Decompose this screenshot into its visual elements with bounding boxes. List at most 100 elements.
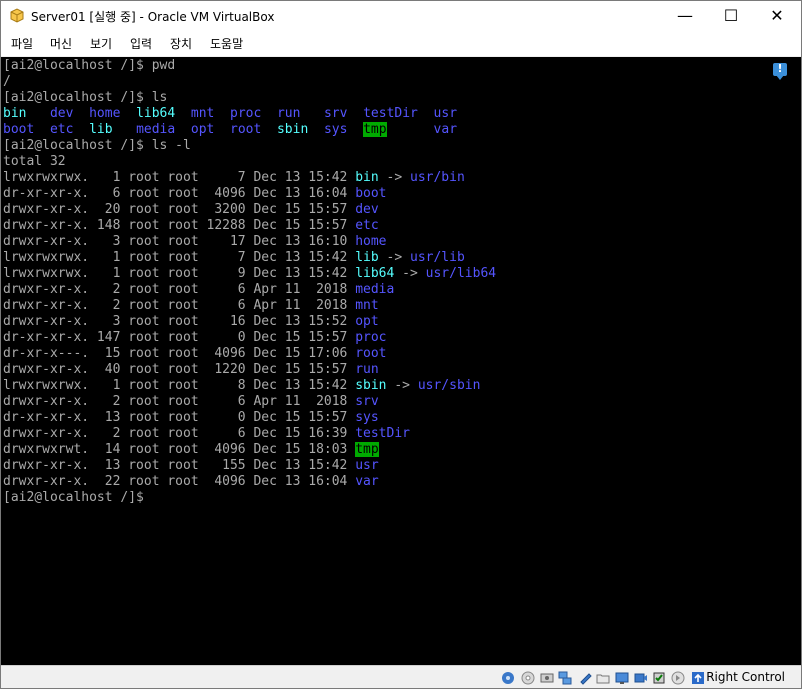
terminal-text: drwxr-xr-x. 2 root root 6 Apr 11 2018 [3,282,356,297]
terminal-line: drwxr-xr-x. 22 root root 4096 Dec 13 16:… [3,474,496,490]
terminal-dir-entry: sys [323,122,348,137]
terminal-dir-entry: home [355,234,387,249]
terminal-dir-entry: run [355,362,379,377]
terminal-dir-entry: home [89,106,121,121]
terminal-text: [ai2@localhost /]$ ls -l [3,138,191,153]
terminal-dir-entry: dev [49,106,74,121]
terminal-dir-entry: var [355,474,379,489]
terminal-line: [ai2@localhost /]$ [3,490,496,506]
terminal-link-entry: sbin [276,122,309,137]
terminal-line: drwxr-xr-x. 2 root root 6 Apr 11 2018 sr… [3,394,496,410]
terminal-text: lrwxrwxrwx. 1 root root 7 Dec 13 15:42 [3,250,356,265]
vm-display[interactable]: [ai2@localhost /]$ pwd / [ai2@localhost /]… [1,57,801,665]
terminal-line: lrwxrwxrwx. 1 root root 9 Dec 13 15:42 l… [3,266,496,282]
terminal-text: drwxrwxrwt. 14 root root 4096 Dec 15 18:… [3,442,356,457]
terminal-text: drwxr-xr-x. 40 root root 1220 Dec 15 15:… [3,362,356,377]
terminal-line: drwxr-xr-x. 3 root root 17 Dec 13 16:10 … [3,234,496,250]
terminal-text: dr-xr-xr-x. 147 root root 0 Dec 15 15:57 [3,330,356,345]
close-button[interactable]: ✕ [754,1,800,31]
minimize-button[interactable]: — [662,1,708,31]
optical-drive-icon[interactable] [521,671,535,685]
terminal-link-entry: lib [355,250,379,265]
video-capture-icon[interactable] [634,671,648,685]
audio-icon[interactable] [540,671,554,685]
terminal-line: drwxr-xr-x. 2 root root 6 Apr 11 2018 mn… [3,298,496,314]
terminal-dir-entry: opt [355,314,379,329]
message-icon[interactable]: ! [773,62,787,80]
terminal-tmp-entry: tmp [355,442,379,457]
terminal-text: drwxr-xr-x. 2 root root 6 Dec 15 16:39 [3,426,356,441]
terminal-text: drwxr-xr-x. 3 root root 17 Dec 13 16:10 [3,234,356,249]
terminal-dir-entry: usr [433,106,458,121]
terminal-line: dr-xr-xr-x. 6 root root 4096 Dec 13 16:0… [3,186,496,202]
terminal-text: dr-xr-x---. 15 root root 4096 Dec 15 17:… [3,346,356,361]
terminal-text: -> [378,250,410,265]
terminal-dir-entry: opt [190,122,215,137]
terminal-line: drwxr-xr-x. 148 root root 12288 Dec 15 1… [3,218,496,234]
terminal-line: drwxr-xr-x. 13 root root 155 Dec 13 15:4… [3,458,496,474]
cpu-icon[interactable] [652,671,666,685]
menu-input[interactable]: 입력 [130,35,152,52]
virtualbox-window: Server01 [실행 중] - Oracle VM VirtualBox —… [0,0,802,689]
terminal-line: [ai2@localhost /]$ pwd [3,58,496,74]
terminal-link-entry: lib64 [136,106,176,121]
terminal-line: drwxr-xr-x. 2 root root 6 Dec 15 16:39 t… [3,426,496,442]
terminal-line: total 32 [3,154,496,170]
title-bar[interactable]: Server01 [실행 중] - Oracle VM VirtualBox —… [1,1,801,31]
terminal-dir-entry: srv [323,106,348,121]
terminal-line: drwxr-xr-x. 3 root root 16 Dec 13 15:52 … [3,314,496,330]
terminal-text: lrwxrwxrwx. 1 root root 7 Dec 13 15:42 [3,170,356,185]
status-bar: Right Control [1,665,801,688]
terminal-text: drwxr-xr-x. 148 root root 12288 Dec 15 1… [3,218,356,233]
hard-disk-icon[interactable] [501,671,515,685]
terminal-output: [ai2@localhost /]$ pwd / [ai2@localhost /]… [3,58,496,506]
menu-view[interactable]: 보기 [90,35,112,52]
menu-help[interactable]: 도움말 [210,35,243,52]
menu-machine[interactable]: 머신 [50,35,72,52]
terminal-line: bin dev home lib64 mnt proc run srv test… [3,106,496,122]
terminal-text: lrwxrwxrwx. 1 root root 9 Dec 13 15:42 [3,266,356,281]
menu-devices[interactable]: 장치 [170,35,192,52]
terminal-dir-entry: mnt [190,106,215,121]
shared-folders-icon[interactable] [596,671,610,685]
terminal-text: [ai2@localhost /]$ [3,490,152,505]
terminal-line: boot etc lib media opt root sbin sys tmp… [3,122,496,138]
terminal-dir-entry: testDir [363,106,418,121]
display-icon[interactable] [615,671,629,685]
terminal-dir-entry: root [230,122,262,137]
terminal-dir-entry: usr/bin [410,170,465,185]
terminal-dir-entry: boot [355,186,387,201]
terminal-dir-entry: usr/lib64 [425,266,497,281]
network-icon[interactable] [558,671,572,685]
terminal-text: [ai2@localhost /]$ ls [3,90,168,105]
terminal-text: total 32 [3,154,66,169]
usb-icon[interactable] [578,671,592,685]
terminal-text: drwxr-xr-x. 3 root root 16 Dec 13 15:52 [3,314,356,329]
terminal-link-entry: bin [3,106,27,121]
terminal-dir-entry: usr/sbin [417,378,481,393]
virtualbox-app-icon [10,8,24,23]
terminal-text: drwxr-xr-x. 2 root root 6 Apr 11 2018 [3,298,356,313]
host-key-arrow-icon[interactable] [691,671,705,685]
menu-file[interactable]: 파일 [11,35,33,52]
terminal-dir-entry: dev [355,202,379,217]
terminal-text: drwxr-xr-x. 2 root root 6 Apr 11 2018 [3,394,356,409]
maximize-button[interactable]: ☐ [708,1,754,31]
mouse-integration-icon[interactable] [671,671,685,685]
window-title: Server01 [실행 중] - Oracle VM VirtualBox [31,10,275,24]
terminal-link-entry: sbin [355,378,387,393]
terminal-text: lrwxrwxrwx. 1 root root 8 Dec 13 15:42 [3,378,356,393]
